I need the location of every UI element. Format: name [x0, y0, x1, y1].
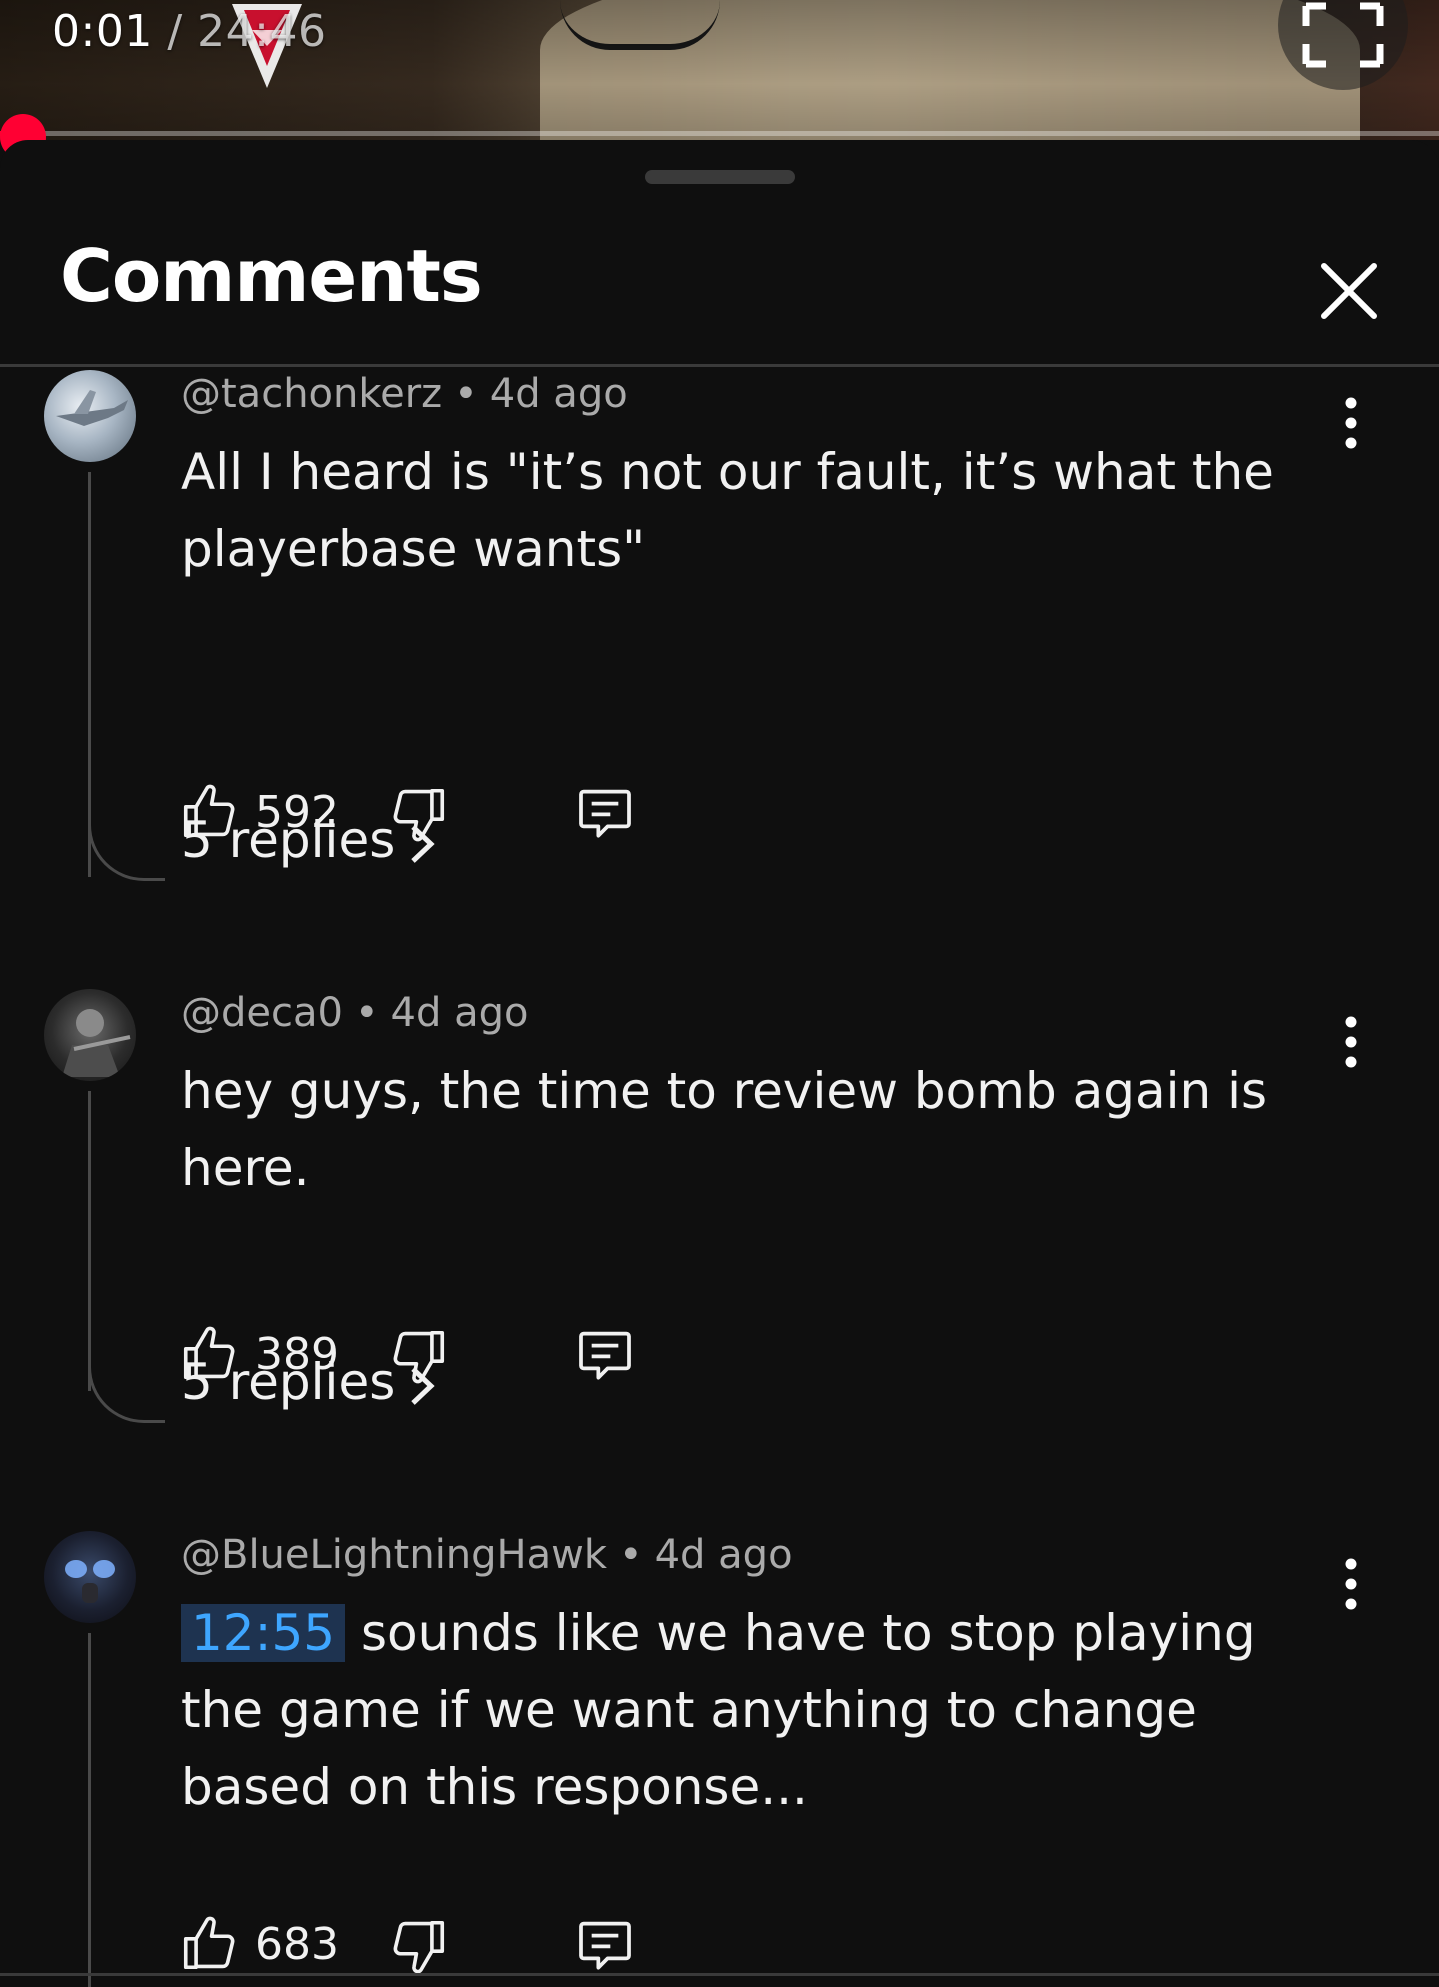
comment-meta: @deca0 • 4d ago: [181, 990, 529, 1036]
comment-age: 4d ago: [489, 371, 628, 417]
current-time: 0:01: [52, 6, 153, 57]
comment-author[interactable]: @deca0: [181, 990, 343, 1036]
close-button[interactable]: [1300, 240, 1400, 340]
reply-button[interactable]: [573, 1317, 645, 1389]
video-duration: 24:46: [197, 6, 327, 57]
comment-item: @deca0 • 4d ago hey guys, the time to revi…: [0, 986, 1439, 1606]
view-replies-link[interactable]: 5 replies: [181, 1353, 435, 1411]
like-button[interactable]: 683: [178, 1907, 339, 1979]
sheet-header: Comments: [0, 220, 1439, 364]
thread-line: [88, 1633, 91, 1987]
replies-count-label: 5 replies: [181, 1353, 396, 1411]
gas-mask-avatar-icon: [65, 1560, 115, 1603]
thread-line-curve: [88, 1364, 165, 1423]
comment-reply-icon: [579, 1921, 631, 1970]
comment-text: All I heard is "it’s not our fault, it’s…: [181, 443, 1274, 578]
comment-age: 4d ago: [654, 1532, 793, 1578]
thread-line: [88, 1091, 91, 1391]
comment-reply-icon: [579, 789, 631, 838]
dislike-button[interactable]: [386, 1907, 458, 1979]
sheet-title: Comments: [60, 234, 483, 318]
jet-avatar-icon: [56, 390, 128, 426]
comment-author[interactable]: @BlueLightningHawk: [181, 1532, 607, 1578]
replies-count-label: 5 replies: [181, 811, 396, 869]
comments-list: @tachonkerz • 4d ago All I heard is "it’s …: [0, 367, 1439, 1987]
avatar[interactable]: [44, 1531, 136, 1623]
comment-reply-icon: [579, 1331, 631, 1380]
thread-line: [88, 472, 91, 877]
close-icon: [1321, 263, 1377, 319]
comment-actions: 683: [178, 1907, 678, 1979]
fullscreen-icon: [1302, 2, 1384, 68]
comment-text: 12:55 sounds like we have to stop playin…: [181, 1595, 1341, 1826]
chevron-right-icon: [411, 824, 435, 863]
view-replies-link[interactable]: 5 replies: [181, 811, 435, 869]
chevron-right-icon: [411, 1366, 435, 1405]
comment-item: @tachonkerz • 4d ago All I heard is "it’s …: [0, 367, 1439, 987]
video-player[interactable]: 0:01 / 24:46: [0, 0, 1439, 140]
comment-meta: @tachonkerz • 4d ago: [181, 371, 628, 417]
sheet-drag-handle[interactable]: [645, 170, 795, 184]
reply-button[interactable]: [573, 775, 645, 847]
comment-item: @BlueLightningHawk • 4d ago 12:55 sounds l…: [0, 1528, 1439, 1987]
progress-bar[interactable]: [0, 131, 1439, 136]
soldier-avatar-icon: [62, 1009, 131, 1077]
like-count: 683: [255, 1919, 339, 1970]
time-separator: /: [167, 6, 183, 57]
avatar[interactable]: [44, 370, 136, 462]
thumbs-down-icon: [393, 1920, 445, 1974]
video-time-display: 0:01 / 24:46: [52, 6, 326, 57]
comment-meta: @BlueLightningHawk • 4d ago: [181, 1532, 793, 1578]
comments-sheet: Comments @tachonkerz • 4d ago All I hear…: [0, 140, 1439, 1987]
avatar[interactable]: [44, 989, 136, 1081]
screen: { "player": { "current_time": "0:01", "s…: [0, 0, 1439, 1987]
bottom-divider: [0, 1973, 1439, 1976]
thumbs-up-icon: [183, 1916, 235, 1970]
comment-author[interactable]: @tachonkerz: [181, 371, 442, 417]
thread-line-curve: [88, 822, 165, 881]
reply-button[interactable]: [573, 1907, 645, 1979]
comment-text: hey guys, the time to review bomb again …: [181, 1062, 1268, 1197]
comment-age: 4d ago: [390, 990, 529, 1036]
timestamp-link[interactable]: 12:55: [181, 1604, 346, 1662]
